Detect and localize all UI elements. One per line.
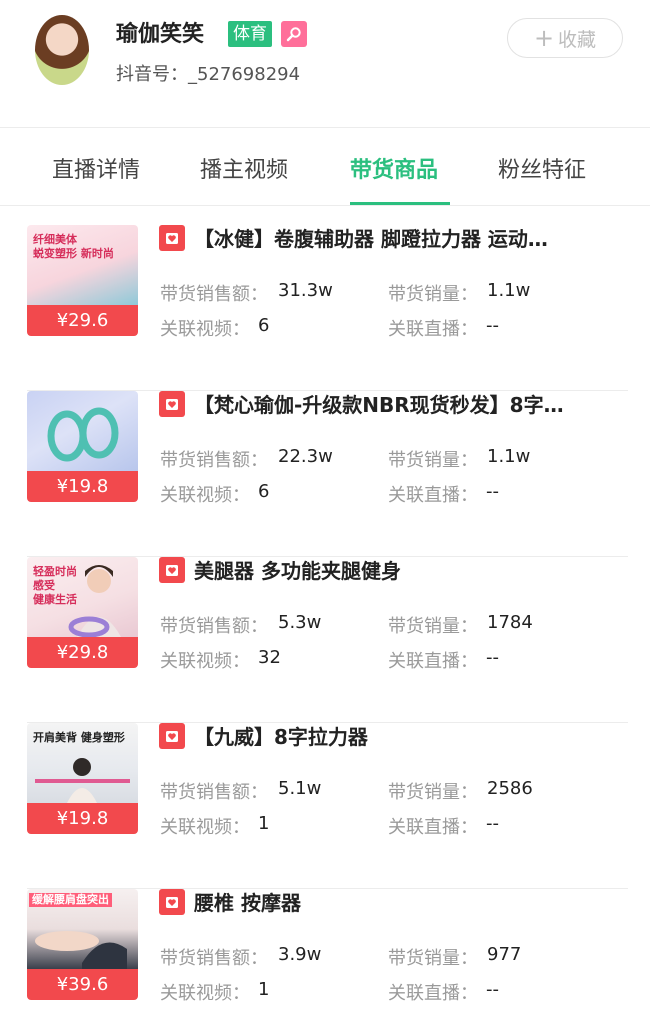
product-thumbnail[interactable]: 缓解腰肩盘突出 ¥39.6: [27, 889, 138, 1000]
avatar[interactable]: [35, 15, 89, 85]
linked-videos-value: 1: [258, 979, 270, 1000]
tab-products[interactable]: 带货商品: [350, 152, 438, 184]
product-item[interactable]: 纤细美体 蜕变塑形 新时尚 ¥29.6 【冰健】卷腹辅助器 脚蹬拉力器 运动… …: [0, 225, 650, 391]
account-label: 抖音号：: [116, 64, 188, 85]
linked-live-label: 关联直播：: [388, 983, 478, 1004]
product-title[interactable]: 美腿器 多功能夹腿健身: [194, 555, 614, 584]
sales-amount-label: 带货销售额：: [160, 782, 268, 803]
linked-videos-value: 6: [258, 315, 270, 336]
sales-amount-value: 31.3w: [278, 280, 333, 301]
product-title[interactable]: 【冰健】卷腹辅助器 脚蹬拉力器 运动…: [194, 223, 614, 252]
linked-videos-label: 关联视频：: [160, 319, 250, 340]
sales-volume-value: 1.1w: [487, 280, 531, 301]
linked-videos-value: 6: [258, 481, 270, 502]
product-item[interactable]: 轻盈时尚 感受 健康生活 ¥29.8 美腿器 多功能夹腿健身 带货销售额： 5.…: [0, 557, 650, 723]
product-item[interactable]: 开肩美背 健身塑形 ¥19.8 【九威】8字拉力器 带货销售额： 5.1w 带货…: [0, 723, 650, 889]
product-title[interactable]: 【九威】8字拉力器: [194, 721, 614, 750]
tab-live-detail[interactable]: 直播详情: [52, 152, 140, 184]
sales-amount-label: 带货销售额：: [160, 616, 268, 637]
sales-amount-value: 5.3w: [278, 612, 322, 633]
sales-volume-label: 带货销量：: [388, 782, 478, 803]
linked-live-label: 关联直播：: [388, 817, 478, 838]
product-item[interactable]: 缓解腰肩盘突出 ¥39.6 腰椎 按摩器 带货销售额： 3.9w 带货销量： 9…: [0, 889, 650, 1018]
product-title[interactable]: 【梵心瑜伽-升级款NBR现货秒发】8字…: [194, 389, 614, 418]
search-icon[interactable]: [281, 21, 307, 47]
product-price: ¥29.8: [27, 637, 138, 668]
linked-videos-label: 关联视频：: [160, 983, 250, 1004]
plus-icon: +: [533, 24, 555, 52]
linked-videos-value: 1: [258, 813, 270, 834]
product-price: ¥29.6: [27, 305, 138, 336]
sales-volume-label: 带货销量：: [388, 616, 478, 637]
product-price: ¥39.6: [27, 969, 138, 1000]
sales-amount-label: 带货销售额：: [160, 284, 268, 305]
sales-amount-value: 5.1w: [278, 778, 322, 799]
sales-volume-label: 带货销量：: [388, 948, 478, 969]
shopping-bag-icon: [159, 889, 185, 915]
account-id: 抖音号：_527698294: [116, 60, 300, 86]
favorite-button[interactable]: + 收藏: [507, 18, 623, 58]
product-price: ¥19.8: [27, 471, 138, 502]
product-title[interactable]: 腰椎 按摩器: [194, 887, 614, 916]
product-image-text: 轻盈时尚 感受 健康生活: [33, 565, 77, 606]
sales-volume-value: 2586: [487, 778, 533, 799]
sales-volume-label: 带货销量：: [388, 284, 478, 305]
product-thumbnail[interactable]: 轻盈时尚 感受 健康生活 ¥29.8: [27, 557, 138, 668]
sales-amount-label: 带货销售额：: [160, 948, 268, 969]
sales-volume-value: 977: [487, 944, 522, 965]
linked-videos-label: 关联视频：: [160, 485, 250, 506]
product-image-text: 纤细美体 蜕变塑形 新时尚: [33, 233, 114, 260]
linked-live-value: --: [486, 315, 499, 336]
linked-live-value: --: [486, 979, 499, 1000]
active-tab-indicator: [350, 202, 450, 205]
account-value: _527698294: [188, 64, 301, 85]
linked-live-label: 关联直播：: [388, 651, 478, 672]
favorite-label: 收藏: [558, 28, 597, 51]
shopping-bag-icon: [159, 723, 185, 749]
linked-videos-value: 32: [258, 647, 281, 668]
product-image: [27, 391, 138, 471]
product-thumbnail[interactable]: 纤细美体 蜕变塑形 新时尚 ¥29.6: [27, 225, 138, 336]
category-badge: 体育: [228, 21, 272, 47]
product-image-text: 开肩美背 健身塑形: [33, 731, 125, 744]
linked-live-label: 关联直播：: [388, 319, 478, 340]
product-item[interactable]: ¥19.8 【梵心瑜伽-升级款NBR现货秒发】8字… 带货销售额： 22.3w …: [0, 391, 650, 557]
sales-amount-value: 22.3w: [278, 446, 333, 467]
linked-videos-label: 关联视频：: [160, 651, 250, 672]
tab-fan-profile[interactable]: 粉丝特征: [498, 152, 586, 184]
product-thumbnail[interactable]: 开肩美背 健身塑形 ¥19.8: [27, 723, 138, 834]
linked-live-value: --: [486, 813, 499, 834]
sales-volume-value: 1784: [487, 612, 533, 633]
sales-volume-label: 带货销量：: [388, 450, 478, 471]
tab-bar: 直播详情 播主视频 带货商品 粉丝特征: [0, 128, 650, 206]
shopping-bag-icon: [159, 391, 185, 417]
product-thumbnail[interactable]: ¥19.8: [27, 391, 138, 502]
tab-streamer-videos[interactable]: 播主视频: [200, 152, 288, 184]
shopping-bag-icon: [159, 225, 185, 251]
linked-live-label: 关联直播：: [388, 485, 478, 506]
streamer-name: 瑜伽笑笑: [116, 22, 205, 47]
linked-live-value: --: [486, 647, 499, 668]
product-price: ¥19.8: [27, 803, 138, 834]
streamer-header: 瑜伽笑笑 体育 抖音号：_527698294 + 收藏: [0, 0, 650, 128]
sales-amount-label: 带货销售额：: [160, 450, 268, 471]
shopping-bag-icon: [159, 557, 185, 583]
linked-live-value: --: [486, 481, 499, 502]
product-image-text: 缓解腰肩盘突出: [29, 893, 112, 907]
sales-volume-value: 1.1w: [487, 446, 531, 467]
linked-videos-label: 关联视频：: [160, 817, 250, 838]
sales-amount-value: 3.9w: [278, 944, 322, 965]
resistance-band-icon: [47, 407, 119, 462]
